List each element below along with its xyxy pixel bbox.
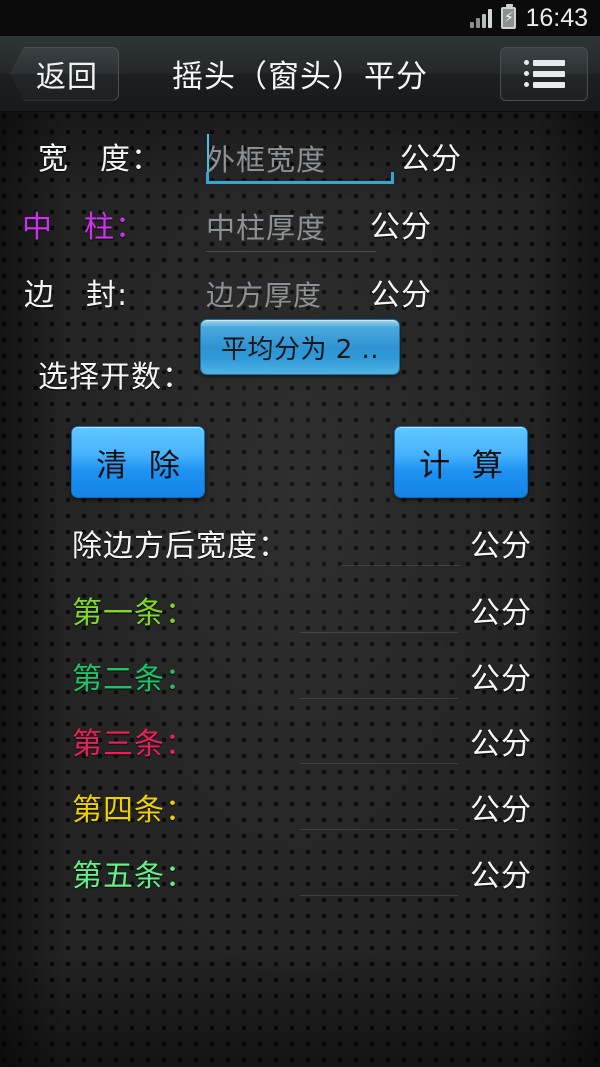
signal-bars-icon xyxy=(470,8,493,28)
result-2-value xyxy=(300,653,458,699)
result-row-4: 第四条： 公分 xyxy=(0,776,600,838)
net-width-label: 除边方后宽度： xyxy=(72,529,289,564)
battery-charging-icon: ⚡ xyxy=(501,4,517,29)
result-5-unit: 公分 xyxy=(470,859,532,894)
center-post-unit: 公分 xyxy=(370,202,432,246)
clear-button-label: 清 除 xyxy=(96,447,186,484)
result-row-5: 第五条： 公分 xyxy=(0,842,600,904)
result-row-3: 第三条： 公分 xyxy=(0,710,600,772)
result-2-unit: 公分 xyxy=(470,662,532,697)
division-count-label: 选择开数： xyxy=(38,360,193,395)
list-menu-icon xyxy=(523,59,565,88)
overflow-menu-button[interactable] xyxy=(500,46,588,101)
width-input-wrapper: 外框宽度 xyxy=(206,132,394,184)
width-label: 宽 度： xyxy=(38,142,162,177)
center-post-unit-label: 公分 xyxy=(370,210,432,245)
result-1-unit: 公分 xyxy=(470,596,532,631)
result-row-1: 第一条： 公分 xyxy=(0,579,600,641)
app-screen: ⚡ 16:43 返回 摇头（窗头）平分 宽 度： 外框宽度 公分 中 柱： 中柱… xyxy=(0,0,600,1067)
status-clock: 16:43 xyxy=(525,3,588,32)
main-content: 宽 度： 外框宽度 公分 中 柱： 中柱厚度 公分 边 封: 边方厚度 公分 选… xyxy=(0,112,600,1067)
width-input[interactable]: 外框宽度 xyxy=(206,132,394,184)
result-4-label: 第四条： xyxy=(72,793,196,828)
result-1-label: 第一条： xyxy=(72,596,196,631)
edge-seal-input-placeholder: 边方厚度 xyxy=(206,278,323,312)
edge-seal-unit-label: 公分 xyxy=(370,278,432,313)
division-count-spinner-wrapper: 平均分为 2 .. xyxy=(200,319,400,375)
net-width-unit: 公分 xyxy=(470,529,532,564)
result-4-value xyxy=(300,784,458,830)
result-row-net-width: 除边方后宽度： 公分 xyxy=(0,512,600,574)
field-row-center-post: 中 柱： xyxy=(22,202,146,246)
result-4-unit: 公分 xyxy=(470,793,532,828)
spinner-row-label: 选择开数： xyxy=(38,352,193,396)
result-5-value xyxy=(300,850,458,896)
net-width-value xyxy=(340,520,460,566)
center-post-input[interactable]: 中柱厚度 xyxy=(206,200,376,252)
center-post-input-placeholder: 中柱厚度 xyxy=(206,210,327,245)
edge-seal-unit: 公分 xyxy=(370,270,432,314)
clear-button-wrapper: 清 除 xyxy=(71,426,205,498)
result-3-value xyxy=(300,718,458,764)
edge-seal-label: 边 封: xyxy=(24,278,129,313)
calculate-button-label: 计 算 xyxy=(419,447,509,484)
clear-button[interactable]: 清 除 xyxy=(71,426,205,498)
width-unit: 公分 xyxy=(400,134,462,178)
center-post-input-wrapper: 中柱厚度 xyxy=(206,200,376,252)
status-bar: ⚡ 16:43 xyxy=(0,0,600,36)
width-input-placeholder: 外框宽度 xyxy=(206,143,327,177)
calculate-button[interactable]: 计 算 xyxy=(394,426,528,498)
edge-seal-input-wrapper: 边方厚度 xyxy=(206,268,376,320)
result-3-unit: 公分 xyxy=(470,727,532,762)
back-button-label: 返回 xyxy=(36,59,98,95)
result-3-label: 第三条： xyxy=(72,727,196,762)
action-bar: 返回 摇头（窗头）平分 xyxy=(0,36,600,112)
edge-seal-input[interactable]: 边方厚度 xyxy=(206,268,376,320)
width-unit-label: 公分 xyxy=(400,142,462,177)
result-2-label: 第二条： xyxy=(72,662,196,697)
charging-bolt-icon: ⚡ xyxy=(504,10,514,26)
division-count-spinner[interactable]: 平均分为 2 .. xyxy=(200,319,400,375)
result-1-value xyxy=(300,587,458,633)
calculate-button-wrapper: 计 算 xyxy=(394,426,528,498)
result-row-2: 第二条： 公分 xyxy=(0,645,600,707)
center-post-label: 中 柱： xyxy=(22,210,146,245)
result-5-label: 第五条： xyxy=(72,859,196,894)
field-row-width: 宽 度： xyxy=(38,134,162,178)
division-count-spinner-value: 平均分为 2 .. xyxy=(220,334,380,365)
field-row-edge-seal: 边 封: xyxy=(24,270,128,314)
back-button[interactable]: 返回 xyxy=(10,46,119,101)
